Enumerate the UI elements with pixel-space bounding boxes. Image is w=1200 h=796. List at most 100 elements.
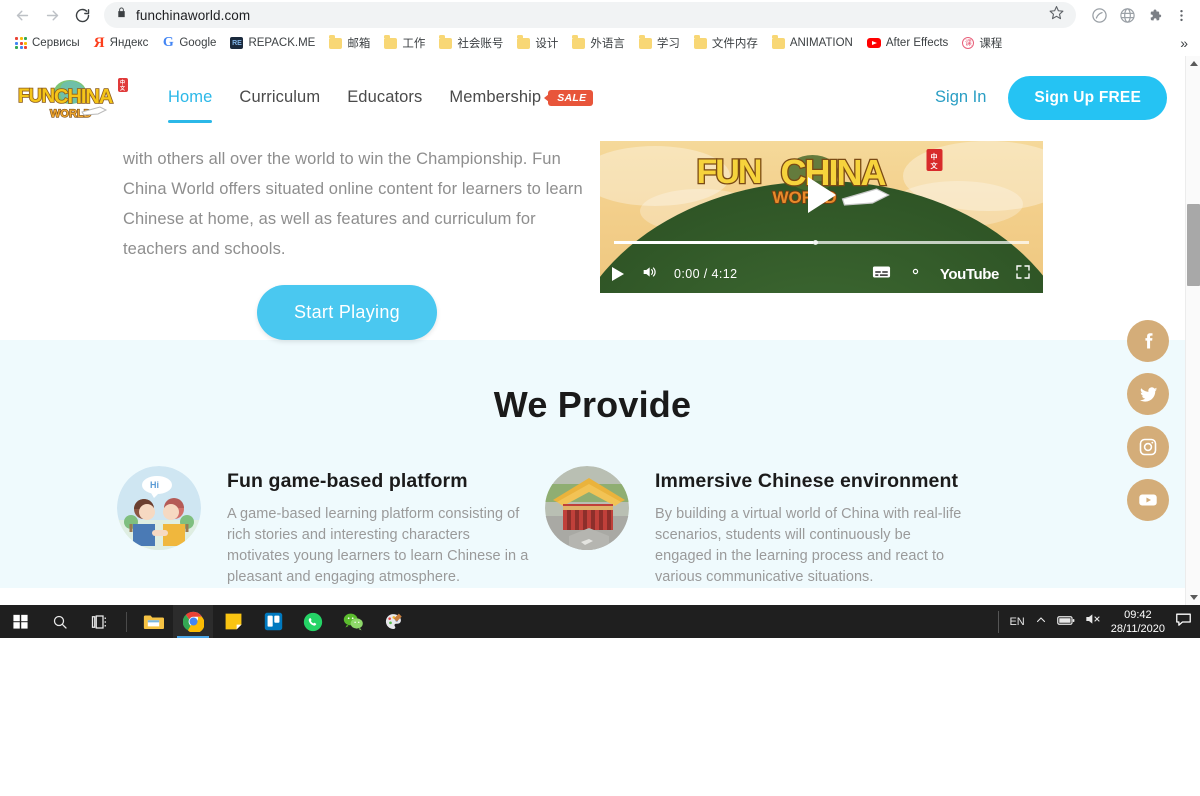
bookmark-star-icon[interactable] [1049, 5, 1064, 25]
adblock-icon[interactable] [1086, 2, 1112, 28]
site-logo[interactable]: FUN CHINA WORLD 中 文 [14, 72, 134, 124]
clock[interactable]: 09:42 28/11/2020 [1111, 608, 1165, 636]
notification-icon[interactable] [1175, 612, 1192, 632]
scroll-up-arrow[interactable] [1186, 56, 1200, 71]
taskbar-items [0, 605, 413, 638]
bookmark-item[interactable]: 文件内存 [687, 33, 765, 53]
globe-icon[interactable] [1114, 2, 1140, 28]
sale-badge: SALE [548, 89, 594, 106]
nav-membership-label: Membership [449, 88, 542, 106]
twitter-icon[interactable] [1127, 373, 1169, 415]
page-scrollbar[interactable] [1185, 56, 1200, 605]
hero-left: with others all over the world to win th… [0, 139, 600, 340]
bookmark-item[interactable]: Сервисы [8, 35, 87, 51]
folder-icon [638, 35, 652, 49]
volume-muted-icon[interactable] [1085, 612, 1101, 631]
start-playing-button[interactable]: Start Playing [257, 285, 437, 340]
nav-item-curriculum[interactable]: Curriculum [239, 56, 320, 139]
paint-3d-icon[interactable] [373, 605, 413, 638]
bookmark-label: Сервисы [32, 37, 80, 49]
sign-in-link[interactable]: Sign In [935, 88, 986, 107]
bookmark-label: 邮箱 [347, 38, 371, 50]
nav-item-membership[interactable]: Membership SALE [449, 56, 594, 139]
three-dot-menu-icon[interactable] [1170, 2, 1192, 28]
file-explorer-icon[interactable] [133, 605, 173, 638]
video-player[interactable]: FUN CHINA WORLD 中 文 0:00 / 4:12 YouTube [600, 141, 1043, 293]
bookmark-item[interactable]: 邮箱 [322, 33, 377, 53]
feature-cards: Hi Fun game-based platform A game-based … [0, 426, 1185, 588]
nav-item-educators[interactable]: Educators [347, 56, 422, 139]
gear-icon[interactable] [907, 263, 924, 285]
chrome-icon[interactable] [173, 605, 213, 638]
bookmarks-bar: Сервисы Я Яндекс G Google RE REPACK.ME 邮… [0, 30, 1200, 56]
feature-card-title: Immersive Chinese environment [655, 470, 959, 492]
whatsapp-icon[interactable] [293, 605, 333, 638]
video-play-icon[interactable] [612, 267, 624, 281]
folder-icon [572, 35, 586, 49]
windows-start-icon[interactable] [0, 605, 40, 638]
bookmarks-overflow-button[interactable]: » [1180, 35, 1192, 51]
youtube-icon[interactable] [1127, 479, 1169, 521]
tray-separator [998, 610, 1000, 633]
bookmark-item[interactable]: 设计 [510, 33, 565, 53]
bookmark-item[interactable]: 社会账号 [432, 33, 510, 53]
feature-card-title: Fun game-based platform [227, 470, 468, 492]
bookmark-item[interactable]: 课程 [955, 33, 1009, 53]
bookmark-label: 文件内存 [711, 38, 758, 50]
chevron-up-icon[interactable] [1035, 613, 1047, 631]
scrollbar-thumb[interactable] [1187, 204, 1200, 286]
page-viewport: FUN CHINA WORLD 中 文 Home Curriculum Educ… [0, 56, 1200, 605]
feature-card: Hi Fun game-based platform A game-based … [0, 466, 545, 588]
search-icon[interactable] [40, 605, 80, 638]
folder-icon [329, 35, 343, 49]
video-progress-bar[interactable] [614, 240, 1029, 245]
chinese-temple-illustration [545, 466, 629, 550]
trello-icon[interactable] [253, 605, 293, 638]
bookmark-item[interactable]: 外语言 [565, 33, 632, 53]
svg-text:FUN: FUN [18, 86, 54, 107]
bookmark-label: 外语言 [590, 38, 625, 50]
play-button-icon[interactable] [807, 177, 836, 213]
hero-paragraph: with others all over the world to win th… [123, 150, 583, 258]
instagram-icon[interactable] [1127, 426, 1169, 468]
bookmark-item[interactable]: ANIMATION [765, 35, 860, 51]
bookmark-item[interactable]: G Google [155, 34, 223, 52]
bookmark-item[interactable]: 学习 [632, 33, 687, 53]
bookmark-item[interactable]: After Effects [860, 35, 955, 51]
folder-icon [517, 35, 531, 49]
nav-item-home[interactable]: Home [168, 56, 213, 139]
language-indicator[interactable]: EN [1009, 616, 1024, 628]
youtube-brand[interactable]: YouTube [940, 266, 1000, 283]
task-view-icon[interactable] [80, 605, 120, 638]
sticky-notes-icon[interactable] [213, 605, 253, 638]
bookmark-item[interactable]: RE REPACK.ME [223, 35, 322, 51]
social-rail [1127, 320, 1169, 521]
back-arrow-icon[interactable] [8, 1, 36, 29]
bookmark-item[interactable]: 工作 [377, 33, 432, 53]
reload-icon[interactable] [68, 1, 96, 29]
facebook-icon[interactable] [1127, 320, 1169, 362]
hero-section: with others all over the world to win th… [0, 139, 1185, 340]
wechat-icon[interactable] [333, 605, 373, 638]
extensions-puzzle-icon[interactable] [1142, 2, 1168, 28]
bookmark-label: Google [179, 37, 217, 49]
clock-time: 09:42 [1124, 608, 1152, 621]
scroll-down-arrow[interactable] [1186, 590, 1200, 605]
repackme-icon: RE [230, 37, 244, 49]
browser-chrome: funchinaworld.com Сервисы Я Яндекс G Goo… [0, 0, 1200, 56]
video-progress-fill [614, 241, 814, 244]
sign-up-button[interactable]: Sign Up FREE [1008, 75, 1167, 120]
subtitles-icon[interactable] [872, 265, 891, 284]
fullscreen-icon[interactable] [1015, 264, 1031, 285]
battery-icon[interactable] [1056, 613, 1075, 631]
forward-arrow-icon[interactable] [38, 1, 66, 29]
volume-icon[interactable] [640, 264, 658, 285]
svg-text:文: 文 [930, 161, 938, 170]
feature-card-body: Immersive Chinese environment By buildin… [655, 466, 965, 588]
two-kids-greeting-illustration: Hi [117, 466, 201, 550]
yandex-icon: Я [93, 34, 105, 51]
main-nav: Home Curriculum Educators Membership SAL… [168, 56, 594, 139]
bookmark-item[interactable]: Я Яндекс [87, 34, 156, 53]
address-bar[interactable]: funchinaworld.com [104, 2, 1076, 28]
bookmark-label: 学习 [656, 38, 680, 50]
